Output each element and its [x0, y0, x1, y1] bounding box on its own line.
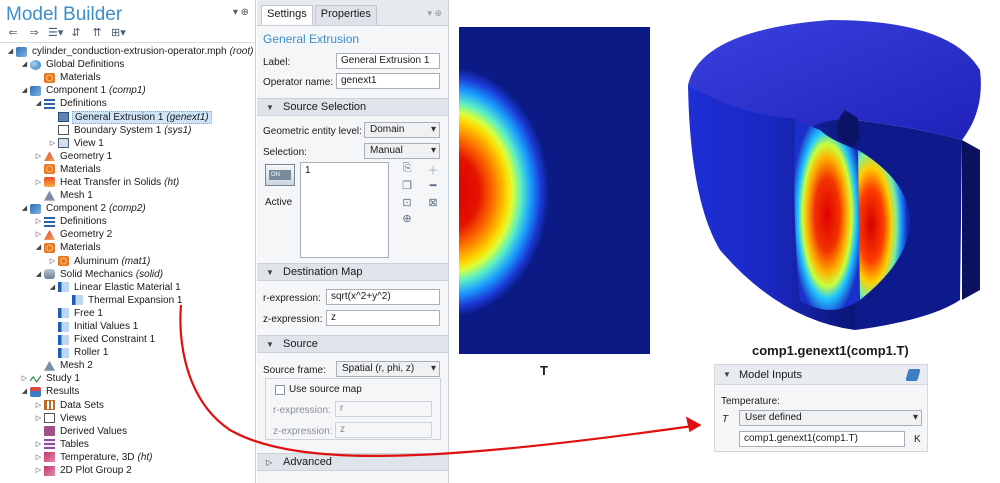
annotation-arrow-overlay: [179, 304, 702, 458]
annotation-arrowhead: [685, 416, 702, 433]
annotation-arrow: [179, 304, 701, 458]
